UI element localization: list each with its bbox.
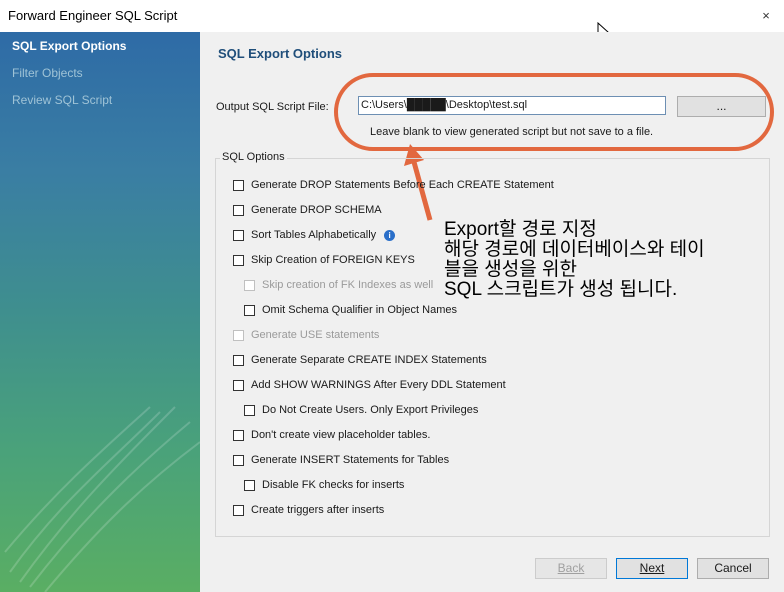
window-title: Forward Engineer SQL Script [8, 8, 178, 23]
output-file-label: Output SQL Script File: [216, 101, 329, 113]
option-label: Create triggers after inserts [251, 504, 385, 516]
option-row[interactable]: Disable FK checks for inserts [244, 478, 404, 492]
option-row[interactable]: Skip Creation of FOREIGN KEYS [233, 253, 415, 267]
option-checkbox[interactable] [244, 304, 255, 316]
option-checkbox [233, 329, 244, 341]
option-row[interactable]: Omit Schema Qualifier in Object Names [244, 303, 457, 317]
option-checkbox[interactable] [233, 429, 244, 441]
option-label: Generate INSERT Statements for Tables [251, 454, 450, 466]
next-button[interactable]: Next [616, 558, 688, 579]
option-label: Add SHOW WARNINGS After Every DDL Statem… [251, 379, 506, 391]
option-label: Generate DROP SCHEMA [251, 204, 382, 216]
output-file-hint: Leave blank to view generated script but… [370, 126, 654, 138]
option-label: Omit Schema Qualifier in Object Names [262, 304, 458, 316]
option-checkbox[interactable] [244, 479, 255, 491]
page-title: SQL Export Options [218, 46, 342, 61]
option-row[interactable]: Do Not Create Users. Only Export Privile… [244, 403, 478, 417]
option-row[interactable]: Generate DROP Statements Before Each CRE… [233, 178, 554, 192]
option-row[interactable]: Generate Separate CREATE INDEX Statement… [233, 353, 487, 367]
option-row: Generate USE statements [233, 328, 379, 342]
option-checkbox[interactable] [233, 229, 244, 241]
option-row: Skip creation of FK Indexes as well [244, 278, 433, 292]
option-row[interactable]: Add SHOW WARNINGS After Every DDL Statem… [233, 378, 506, 392]
output-file-input[interactable]: C:\Users\█████\Desktop\test.sql [358, 96, 666, 115]
option-label: Disable FK checks for inserts [262, 479, 405, 491]
title-bar: Forward Engineer SQL Script × [0, 0, 784, 32]
main-panel: SQL Export Options Output SQL Script Fil… [200, 32, 784, 592]
option-row[interactable]: Sort Tables Alphabetically i [233, 228, 396, 242]
option-row[interactable]: Generate INSERT Statements for Tables [233, 453, 449, 467]
option-row[interactable]: Create triggers after inserts [233, 503, 384, 517]
option-row[interactable]: Generate DROP SCHEMA [233, 203, 382, 217]
option-checkbox[interactable] [233, 504, 244, 516]
annotation-text: Export할 경로 지정 해당 경로에 데이터베이스와 테이 블을 생성을 위… [444, 219, 705, 300]
option-label: Do Not Create Users. Only Export Privile… [262, 404, 479, 416]
forward-engineer-window: Forward Engineer SQL Script × SQL Export… [0, 0, 784, 592]
option-label: Generate USE statements [251, 329, 380, 341]
option-checkbox[interactable] [233, 204, 244, 216]
option-label: Generate DROP Statements Before Each CRE… [251, 179, 554, 191]
wizard-sidebar: SQL Export Options Filter Objects Review… [0, 32, 200, 592]
option-checkbox[interactable] [233, 379, 244, 391]
option-checkbox[interactable] [233, 354, 244, 366]
sidebar-item-filter-objects[interactable]: Filter Objects [12, 66, 83, 80]
option-label: Skip Creation of FOREIGN KEYS [251, 254, 415, 266]
option-checkbox[interactable] [244, 404, 255, 416]
option-label: Skip creation of FK Indexes as well [262, 279, 434, 291]
option-checkbox[interactable] [233, 454, 244, 466]
cancel-button[interactable]: Cancel [697, 558, 769, 579]
option-checkbox[interactable] [233, 179, 244, 191]
option-label: Generate Separate CREATE INDEX Statement… [251, 354, 487, 366]
sidebar-decoration [4, 406, 200, 592]
browse-button[interactable]: ... [677, 96, 766, 117]
option-label: Don't create view placeholder tables. [251, 429, 431, 441]
option-checkbox[interactable] [233, 254, 244, 266]
sidebar-item-sql-export-options[interactable]: SQL Export Options [12, 39, 126, 53]
close-icon[interactable]: × [758, 8, 774, 24]
option-label: Sort Tables Alphabetically [251, 229, 377, 241]
info-icon[interactable]: i [384, 229, 396, 241]
sidebar-item-review-sql-script[interactable]: Review SQL Script [12, 93, 112, 107]
back-button[interactable]: Back [535, 558, 607, 579]
option-checkbox [244, 279, 255, 291]
sql-options-title: SQL Options [220, 151, 287, 163]
option-row[interactable]: Don't create view placeholder tables. [233, 428, 430, 442]
